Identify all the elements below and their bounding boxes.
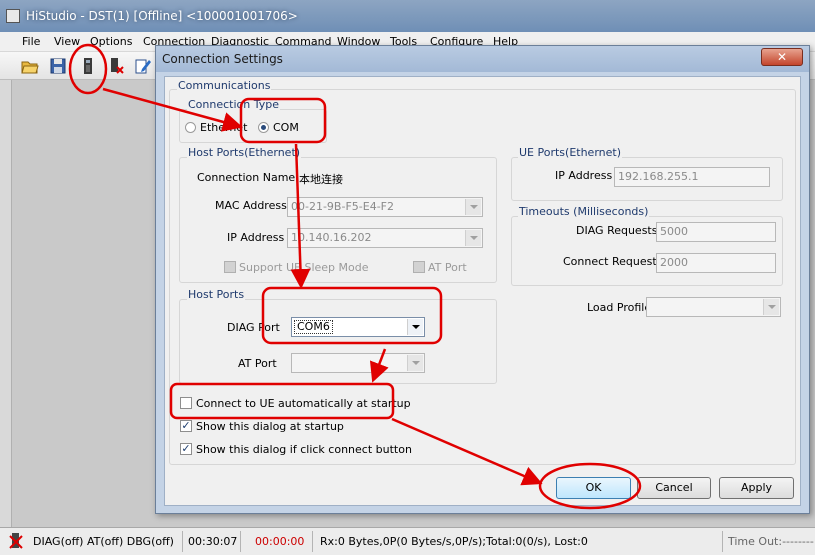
diag-port-value: COM6 bbox=[294, 320, 333, 334]
support-sleep-label: Support UE Sleep Mode bbox=[239, 261, 369, 274]
cancel-button[interactable]: Cancel bbox=[637, 477, 711, 499]
traffic-status: Rx:0 Bytes,0P(0 Bytes/s,0P/s);Total:0(0/… bbox=[320, 535, 588, 548]
connect-requests-value: 2000 bbox=[660, 256, 688, 269]
support-sleep-checkbox[interactable] bbox=[224, 261, 236, 273]
connection-type-label: Connection Type bbox=[187, 98, 281, 111]
diag-requests-field[interactable]: 5000 bbox=[656, 222, 776, 242]
chevron-down-icon bbox=[465, 230, 481, 246]
com-radio-label: COM bbox=[273, 121, 299, 134]
mac-address-value: 00-21-9B-F5-E4-F2 bbox=[291, 200, 394, 213]
connect-requests-field[interactable]: 2000 bbox=[656, 253, 776, 273]
apply-button[interactable]: Apply bbox=[719, 477, 794, 499]
status-divider bbox=[240, 531, 241, 552]
show-startup-label: Show this dialog at startup bbox=[196, 420, 344, 433]
ip-address-value: 10.140.16.202 bbox=[291, 231, 372, 244]
connect-icon[interactable] bbox=[79, 57, 97, 75]
timeouts-label: Timeouts (Milliseconds) bbox=[518, 205, 650, 218]
ethernet-radio[interactable] bbox=[185, 122, 196, 133]
ok-button[interactable]: OK bbox=[556, 477, 631, 499]
mac-address-combo[interactable]: 00-21-9B-F5-E4-F2 bbox=[287, 197, 483, 217]
close-button[interactable]: ✕ bbox=[761, 48, 803, 66]
menu-view[interactable]: View bbox=[54, 35, 80, 48]
timeout-status: Time Out:-------- bbox=[728, 535, 814, 548]
app-icon bbox=[6, 9, 20, 23]
main-window-title: HiStudio - DST(1) [Offline] <10000100170… bbox=[26, 9, 298, 23]
ue-ip-address-value: 192.168.255.1 bbox=[618, 170, 699, 183]
show-connect-label: Show this dialog if click connect button bbox=[196, 443, 412, 456]
host-ports-label: Host Ports bbox=[187, 288, 246, 301]
disconnect-icon[interactable] bbox=[107, 57, 125, 75]
ip-address-label: IP Address bbox=[227, 231, 285, 244]
status-divider bbox=[312, 531, 313, 552]
diag-requests-label: DIAG Requests bbox=[576, 224, 658, 237]
show-startup-checkbox[interactable]: ✓ bbox=[180, 420, 192, 432]
connection-name-value: 本地连接 bbox=[299, 173, 343, 186]
port-status: DIAG(off) AT(off) DBG(off) bbox=[33, 535, 174, 548]
ue-ports-label: UE Ports(Ethernet) bbox=[518, 146, 623, 159]
ethernet-radio-label: Ethernet bbox=[200, 121, 248, 134]
status-bar: DIAG(off) AT(off) DBG(off) 00:30:07 00:0… bbox=[0, 527, 815, 555]
left-panel-strip bbox=[0, 80, 12, 527]
at-port-ethernet-checkbox[interactable] bbox=[413, 261, 425, 273]
auto-connect-label: Connect to UE automatically at startup bbox=[196, 397, 411, 410]
dialog-title: Connection Settings bbox=[156, 46, 809, 72]
diag-port-label: DIAG Port bbox=[227, 321, 280, 334]
open-folder-icon[interactable] bbox=[21, 57, 39, 75]
disconnected-icon bbox=[8, 532, 24, 550]
status-divider bbox=[182, 531, 183, 552]
edit-icon[interactable] bbox=[134, 57, 152, 75]
main-window-title-bar: HiStudio - DST(1) [Offline] <10000100170… bbox=[0, 0, 815, 32]
at-port-label: AT Port bbox=[238, 357, 277, 370]
load-profile-label: Load Profile bbox=[587, 301, 652, 314]
auto-connect-checkbox[interactable] bbox=[180, 397, 192, 409]
com-radio[interactable] bbox=[258, 122, 269, 133]
save-icon[interactable] bbox=[49, 57, 67, 75]
chevron-down-icon bbox=[763, 299, 779, 315]
show-connect-checkbox[interactable]: ✓ bbox=[180, 443, 192, 455]
host-ports-ethernet-label: Host Ports(Ethernet) bbox=[187, 146, 302, 159]
timer: 00:00:00 bbox=[255, 535, 305, 548]
load-profile-combo[interactable] bbox=[646, 297, 781, 317]
diag-requests-value: 5000 bbox=[660, 225, 688, 238]
chevron-down-icon bbox=[407, 355, 423, 371]
connection-settings-dialog: Connection Settings ✕ Communications Con… bbox=[155, 45, 810, 514]
communications-label: Communications bbox=[177, 79, 272, 92]
ue-ip-address-field[interactable]: 192.168.255.1 bbox=[614, 167, 770, 187]
connect-requests-label: Connect Requests bbox=[563, 255, 663, 268]
menu-options[interactable]: Options bbox=[90, 35, 132, 48]
menu-file[interactable]: File bbox=[22, 35, 40, 48]
chevron-down-icon bbox=[465, 199, 481, 215]
status-divider bbox=[722, 531, 723, 552]
elapsed-time: 00:30:07 bbox=[188, 535, 238, 548]
at-port-ethernet-label: AT Port bbox=[428, 261, 467, 274]
connection-name-label: Connection Name bbox=[197, 171, 296, 184]
ip-address-combo[interactable]: 10.140.16.202 bbox=[287, 228, 483, 248]
at-port-combo[interactable] bbox=[291, 353, 425, 373]
dialog-body: Communications Connection Type Ethernet … bbox=[164, 76, 801, 506]
diag-port-combo[interactable]: COM6 bbox=[291, 317, 425, 337]
chevron-down-icon bbox=[407, 319, 423, 335]
ue-ip-address-label: IP Address bbox=[555, 169, 613, 182]
mac-address-label: MAC Address bbox=[215, 199, 287, 212]
